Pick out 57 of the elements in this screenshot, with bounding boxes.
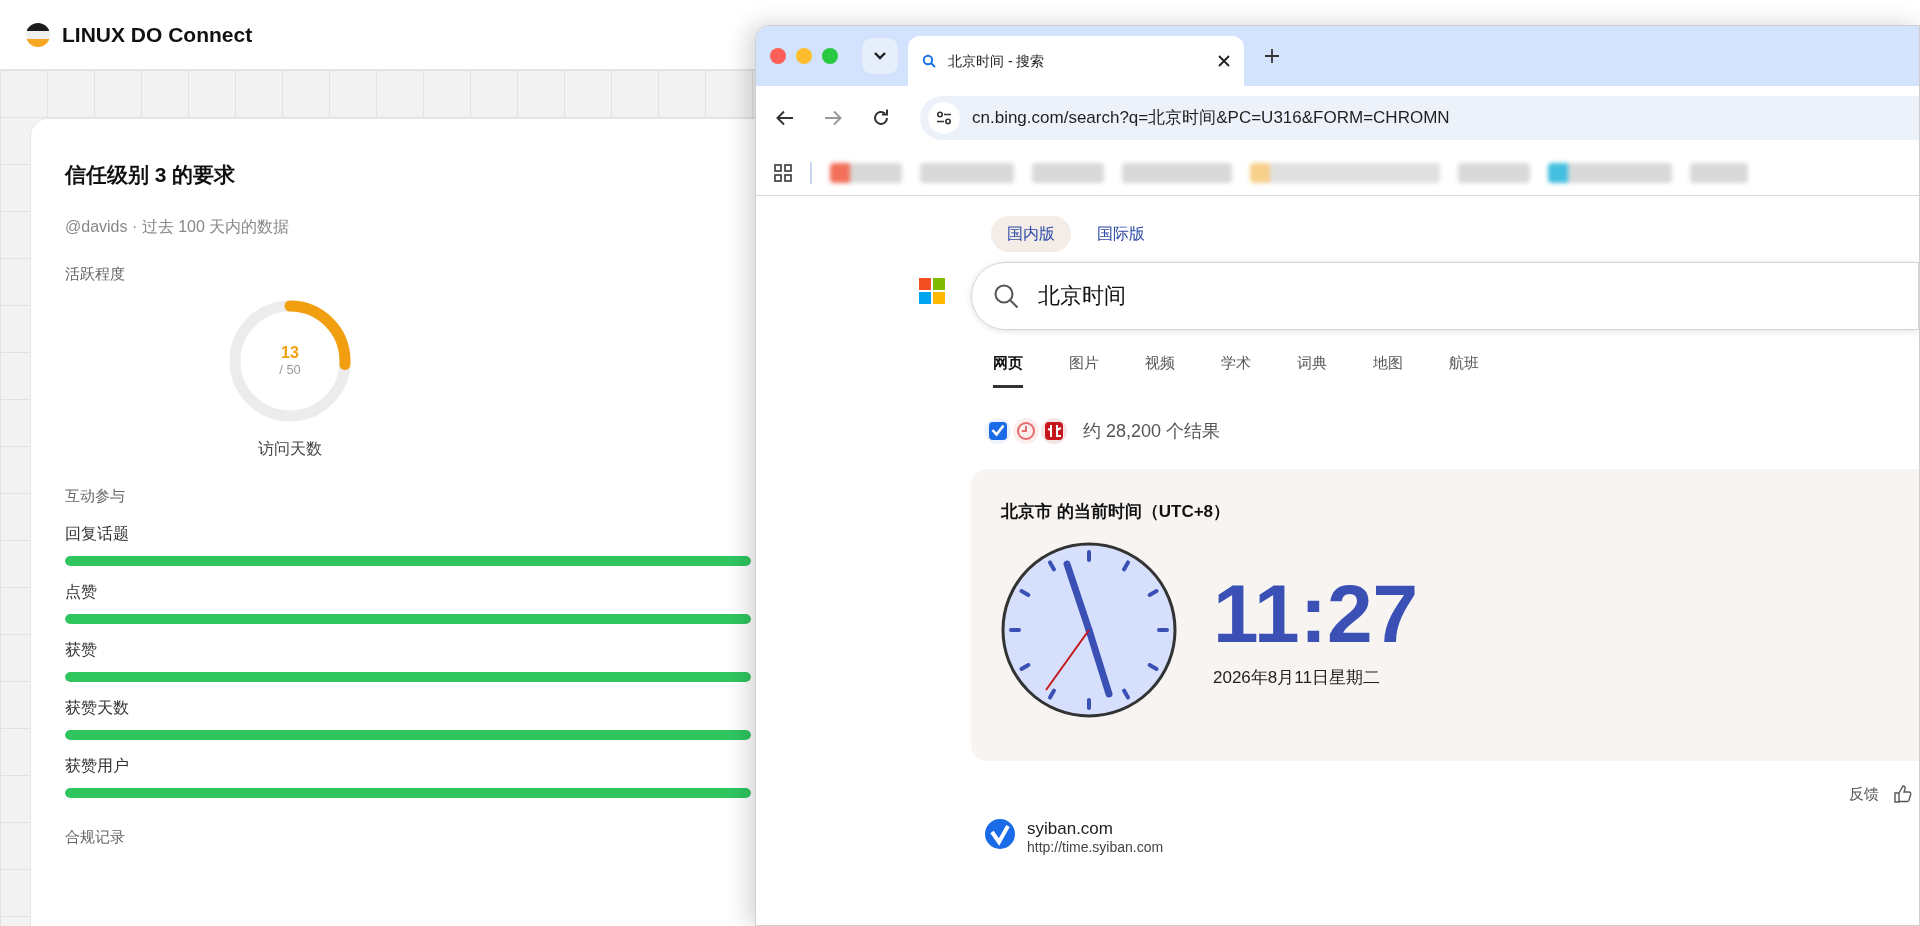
- metric-label: 点赞: [65, 581, 97, 602]
- digital-time: 11:27: [1213, 569, 1419, 660]
- microsoft-logo: [919, 278, 945, 304]
- result-count: 约 28,200 个结果: [1083, 419, 1221, 443]
- logo-icon: [26, 22, 50, 47]
- market-tab[interactable]: 国内版: [991, 216, 1071, 252]
- search-category-tab[interactable]: 地图: [1373, 352, 1403, 388]
- search-icon: [993, 283, 1019, 309]
- close-window-button[interactable]: [770, 48, 786, 64]
- new-tab-icon[interactable]: [1264, 48, 1280, 64]
- search-icon: [922, 54, 936, 68]
- card-title: 信任级别 3 的要求: [65, 162, 236, 188]
- result-site[interactable]: syiban.com: [1027, 819, 1164, 839]
- sliders-icon: [936, 111, 952, 125]
- search-category-tab[interactable]: 学术: [1221, 352, 1251, 388]
- reload-icon[interactable]: [872, 109, 890, 127]
- minimize-window-button[interactable]: [796, 48, 812, 64]
- forward-arrow-icon[interactable]: [824, 110, 842, 126]
- app-title: LINUX DO Connect: [62, 21, 253, 48]
- gauge-value: 13: [281, 344, 299, 362]
- section-heading: 活跃程度: [65, 263, 125, 284]
- metric-label: 回复话题: [65, 523, 129, 544]
- site-settings-button[interactable]: [928, 102, 960, 134]
- metric-label: 获赞用户: [65, 755, 129, 776]
- check-logo-icon: [985, 819, 1015, 849]
- search-category-tab[interactable]: 图片: [1069, 352, 1099, 388]
- back-arrow-icon[interactable]: [776, 110, 794, 126]
- gauge-label: 访问天数: [258, 439, 322, 459]
- browser-tab[interactable]: 北京时间 - 搜索: [908, 36, 1244, 86]
- metric-label: 获赞: [65, 639, 97, 660]
- chevron-down-icon: [873, 51, 887, 61]
- section-heading: 合规记录: [65, 826, 125, 847]
- market-tab[interactable]: 国际版: [1081, 216, 1161, 252]
- thumbs-up-icon[interactable]: [1893, 783, 1913, 804]
- date-text: 2026年8月11日星期二: [1213, 667, 1381, 690]
- search-category-tab[interactable]: 视频: [1145, 352, 1175, 388]
- tab-title: 北京时间 - 搜索: [948, 51, 1046, 71]
- search-category-tab[interactable]: 词典: [1297, 352, 1327, 388]
- url-text: cn.bing.com/search?q=北京时间&PC=U316&FORM=CHROMN: [972, 107, 1450, 130]
- tab-search-button[interactable]: [862, 38, 898, 74]
- feedback-link[interactable]: 反馈: [1849, 782, 1879, 805]
- apps-grid-icon[interactable]: [774, 163, 792, 182]
- search-field[interactable]: 北京时间: [971, 262, 1919, 330]
- card-subtitle: @davids · 过去 100 天内的数据: [65, 216, 290, 237]
- close-icon[interactable]: [1218, 55, 1230, 67]
- maximize-window-button[interactable]: [822, 48, 838, 64]
- metric-label: 获赞天数: [65, 697, 129, 718]
- time-card-title: 北京市 的当前时间（UTC+8）: [1001, 500, 1232, 523]
- section-heading: 互动参与: [65, 486, 125, 506]
- gauge-total: / 50: [279, 362, 301, 378]
- blurred-bookmark[interactable]: [830, 162, 902, 183]
- result-url[interactable]: http://time.syiban.com: [1027, 839, 1164, 856]
- blurred-bookmark[interactable]: [1250, 162, 1440, 183]
- address-bar[interactable]: cn.bing.com/search?q=北京时间&PC=U316&FORM=CHROMN: [920, 96, 1919, 140]
- search-category-tab[interactable]: 航班: [1449, 352, 1479, 388]
- blurred-bookmark[interactable]: [1548, 162, 1672, 183]
- search-category-tab[interactable]: 网页: [993, 352, 1023, 388]
